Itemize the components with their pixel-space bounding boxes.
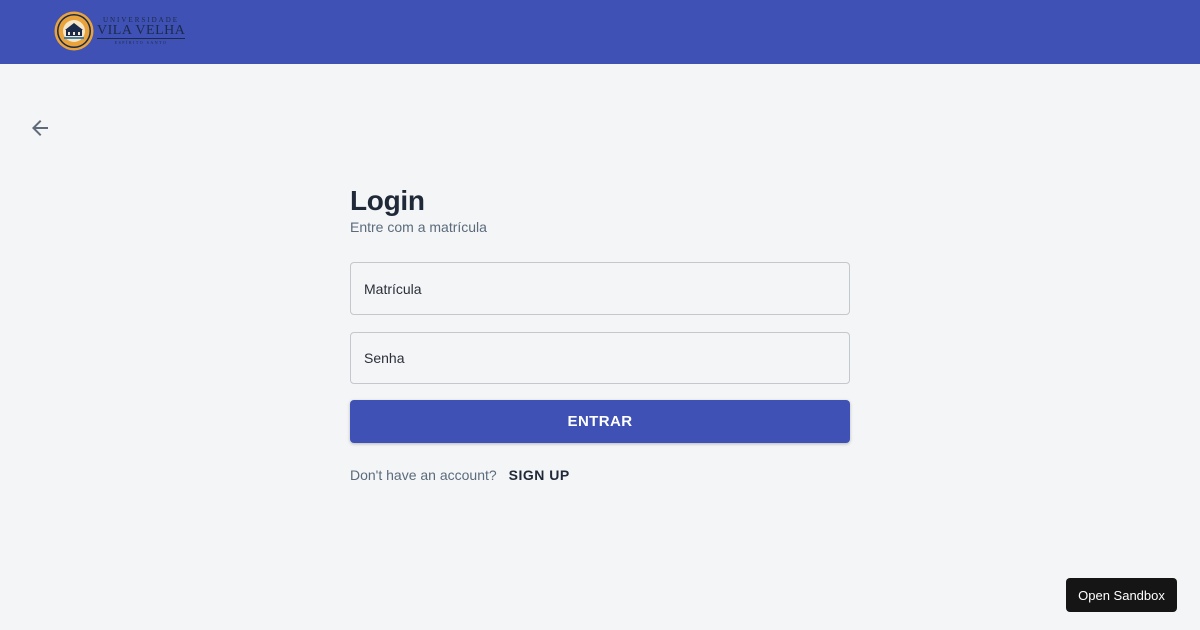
page-subtitle: Entre com a matrícula <box>350 219 487 235</box>
signup-link[interactable]: SIGN UP <box>509 467 570 483</box>
signup-question: Don't have an account? <box>350 467 497 483</box>
login-form: Login Entre com a matrícula ENTRAR Don't… <box>350 184 850 483</box>
open-sandbox-button[interactable]: Open Sandbox <box>1066 578 1177 612</box>
matricula-input[interactable] <box>364 280 836 297</box>
university-wordmark: UNIVERSIDADE VILA VELHA ESPÍRITO SANTO <box>97 16 185 48</box>
password-input[interactable] <box>364 350 836 366</box>
signup-prompt: Don't have an account? SIGN UP <box>350 467 850 483</box>
arrow-left-icon <box>32 120 48 136</box>
page-title: Login <box>350 185 425 216</box>
logo-line-bottom: ESPÍRITO SANTO <box>114 40 168 45</box>
university-logo[interactable]: UNIVERSIDADE VILA VELHA ESPÍRITO SANTO <box>54 11 186 51</box>
password-field[interactable] <box>350 332 850 384</box>
logo-line-main: VILA VELHA <box>97 23 186 39</box>
matricula-field[interactable] <box>350 262 850 315</box>
back-button[interactable] <box>28 116 52 140</box>
top-app-bar: UNIVERSIDADE VILA VELHA ESPÍRITO SANTO <box>0 0 1200 64</box>
university-seal-icon <box>54 11 94 51</box>
login-submit-button[interactable]: ENTRAR <box>350 400 850 443</box>
